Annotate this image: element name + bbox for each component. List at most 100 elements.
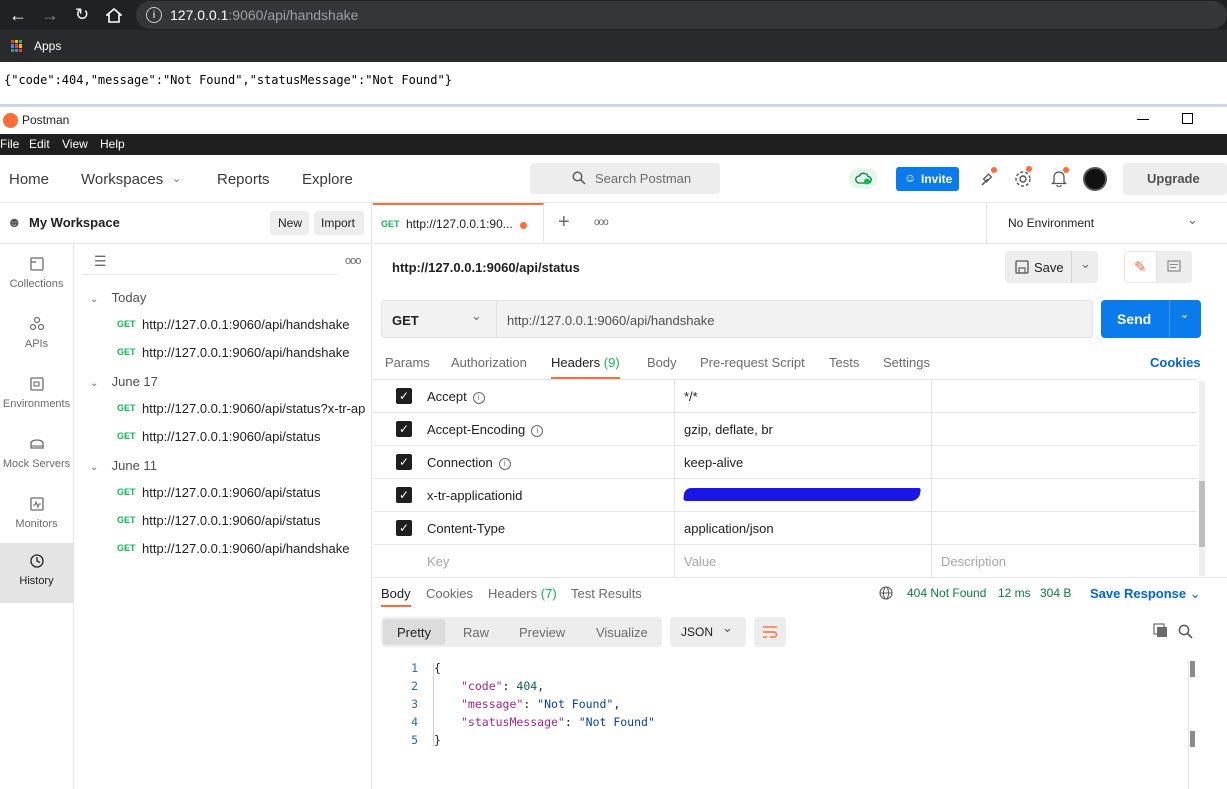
chevron-down-icon[interactable]: ⌄: [1080, 256, 1091, 272]
menu-view[interactable]: View: [62, 137, 88, 151]
menu-edit[interactable]: Edit: [29, 137, 50, 151]
headers-scrollbar[interactable]: [1199, 381, 1205, 576]
save-response-button[interactable]: Save Response ⌄: [1090, 586, 1201, 602]
checkbox-checked[interactable]: ✓: [396, 520, 412, 536]
response-size[interactable]: 304 B: [1040, 586, 1071, 600]
notification-bell-icon[interactable]: [1050, 167, 1069, 189]
code-scrollbar[interactable]: [1188, 659, 1195, 789]
comments-button[interactable]: [1157, 251, 1192, 283]
tab-settings[interactable]: Settings: [883, 355, 930, 370]
response-body-code[interactable]: 1{ 2 "code": 404, 3 "message": "Not Found"…: [373, 659, 1195, 789]
apps-bookmark[interactable]: Apps: [34, 39, 61, 53]
rail-mock-servers[interactable]: Mock Servers: [0, 426, 73, 486]
rail-history[interactable]: History: [0, 543, 73, 603]
back-arrow-icon[interactable]: ←: [8, 5, 28, 25]
menu-file[interactable]: File: [0, 137, 19, 151]
view-pretty[interactable]: Pretty: [383, 619, 445, 645]
rail-apis[interactable]: APIs: [0, 306, 73, 366]
history-group-today[interactable]: ⌄ Today: [90, 290, 146, 305]
method-select[interactable]: GET ⌄: [381, 300, 497, 338]
checkbox-checked[interactable]: ✓: [396, 487, 412, 503]
edit-pencil-button[interactable]: ✎: [1124, 251, 1157, 283]
history-group-june-11[interactable]: ⌄ June 11: [90, 458, 157, 473]
request-name[interactable]: http://127.0.0.1:9060/api/status: [392, 260, 580, 275]
response-tab-cookies[interactable]: Cookies: [426, 586, 473, 601]
tab-body[interactable]: Body: [647, 355, 677, 370]
wrap-lines-button[interactable]: [754, 617, 786, 647]
send-button[interactable]: Send ⌄: [1101, 300, 1201, 338]
nav-workspaces[interactable]: Workspaces: [81, 171, 163, 188]
minimize-icon[interactable]: [1137, 119, 1149, 120]
history-item[interactable]: GET http://127.0.0.1:9060/api/handshake: [80, 339, 370, 367]
history-item[interactable]: GET http://127.0.0.1:9060/api/status: [80, 479, 370, 507]
rail-monitors[interactable]: Monitors: [0, 486, 73, 546]
history-item[interactable]: GET http://127.0.0.1:9060/api/status?x-tr…: [80, 395, 370, 423]
history-filter-input[interactable]: ☰: [82, 251, 337, 275]
tab-more-icon[interactable]: ooo: [594, 217, 609, 228]
search-box[interactable]: Search Postman: [530, 163, 720, 194]
response-tab-headers[interactable]: Headers (7): [488, 586, 557, 601]
chevron-down-icon[interactable]: ⌄: [1179, 306, 1190, 322]
info-icon[interactable]: i: [531, 425, 544, 437]
sync-status-icon[interactable]: [849, 168, 877, 189]
header-value[interactable]: */*: [684, 389, 698, 404]
history-item[interactable]: GET http://127.0.0.1:9060/api/status: [80, 507, 370, 535]
header-value[interactable]: gzip, deflate, br: [684, 422, 773, 437]
tab-pre-request-script[interactable]: Pre-request Script: [700, 355, 805, 370]
history-more-icon[interactable]: ooo: [345, 255, 361, 267]
address-bar[interactable]: i 127.0.0.1:9060/api/handshake: [136, 1, 1227, 29]
tab-headers[interactable]: Headers (9): [551, 355, 620, 379]
response-tab-body[interactable]: Body: [381, 586, 411, 607]
key-placeholder[interactable]: Key: [427, 554, 449, 569]
response-tab-test-results[interactable]: Test Results: [571, 586, 642, 601]
reload-icon[interactable]: ↻: [72, 5, 92, 25]
response-time[interactable]: 12 ms: [998, 586, 1031, 600]
search-icon[interactable]: [1178, 624, 1193, 639]
rail-collections[interactable]: Collections: [0, 246, 73, 306]
format-select[interactable]: JSON ⌄: [670, 617, 746, 647]
menu-help[interactable]: Help: [100, 137, 125, 151]
import-button[interactable]: Import: [314, 211, 364, 235]
satellite-icon[interactable]: [979, 167, 997, 188]
view-raw[interactable]: Raw: [463, 625, 489, 640]
globe-icon[interactable]: [879, 586, 893, 600]
info-icon[interactable]: i: [472, 392, 485, 404]
history-item[interactable]: GET http://127.0.0.1:9060/api/handshake: [80, 311, 370, 339]
tab-params[interactable]: Params: [385, 355, 430, 370]
nav-home[interactable]: Home: [9, 171, 49, 188]
history-item[interactable]: GET http://127.0.0.1:9060/api/handshake: [80, 535, 370, 563]
new-tab-button[interactable]: +: [558, 211, 570, 234]
save-button[interactable]: Save ⌄: [1005, 251, 1098, 283]
view-visualize[interactable]: Visualize: [596, 625, 648, 640]
view-preview[interactable]: Preview: [519, 625, 565, 640]
header-value[interactable]: keep-alive: [684, 455, 743, 470]
environment-select[interactable]: No Environment ⌄: [986, 203, 1219, 243]
info-icon[interactable]: i: [146, 7, 162, 23]
cookies-link[interactable]: Cookies: [1150, 355, 1201, 370]
maximize-icon[interactable]: [1182, 113, 1193, 124]
invite-button[interactable]: ☺ Invite: [896, 167, 959, 191]
nav-explore[interactable]: Explore: [302, 171, 353, 188]
checkbox-checked[interactable]: ✓: [396, 388, 412, 404]
value-placeholder[interactable]: Value: [684, 554, 716, 569]
rail-environments[interactable]: Environments: [0, 366, 73, 426]
history-item[interactable]: GET http://127.0.0.1:9060/api/status: [80, 423, 370, 451]
forward-arrow-icon[interactable]: →: [40, 5, 60, 25]
copy-icon[interactable]: [1153, 623, 1169, 639]
tab-tests[interactable]: Tests: [829, 355, 859, 370]
checkbox-checked[interactable]: ✓: [396, 454, 412, 470]
checkbox-checked[interactable]: ✓: [396, 421, 412, 437]
history-group-june-17[interactable]: ⌄ June 17: [90, 374, 158, 389]
response-status[interactable]: 404 Not Found: [907, 586, 986, 600]
new-button[interactable]: New: [270, 211, 309, 235]
description-placeholder[interactable]: Description: [941, 554, 1006, 569]
request-tab[interactable]: GET http://127.0.0.1:90...: [373, 203, 544, 243]
avatar[interactable]: [1083, 167, 1107, 191]
upgrade-button[interactable]: Upgrade: [1123, 163, 1227, 195]
settings-gear-icon[interactable]: [1013, 166, 1033, 189]
info-icon[interactable]: i: [498, 458, 511, 470]
home-icon[interactable]: [103, 4, 125, 26]
header-value[interactable]: application/json: [684, 521, 774, 536]
url-input[interactable]: http://127.0.0.1:9060/api/handshake: [497, 300, 1093, 338]
nav-reports[interactable]: Reports: [217, 171, 270, 188]
